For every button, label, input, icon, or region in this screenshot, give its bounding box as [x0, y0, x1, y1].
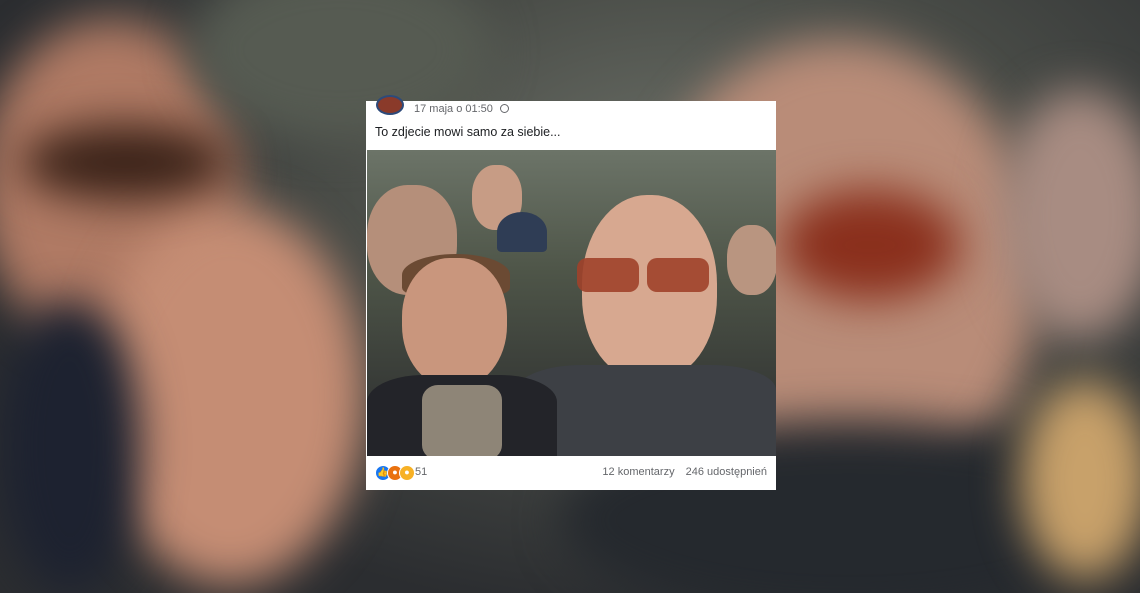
post-footer: 👍 ● ● 51 12 komentarzy 246 udostępnień: [366, 458, 776, 490]
reaction-count[interactable]: 51: [415, 466, 427, 478]
avatar[interactable]: [376, 95, 404, 115]
post-header: 17 maja o 01:50: [366, 95, 776, 121]
post-timestamp[interactable]: 17 maja o 01:50: [414, 103, 493, 115]
globe-icon: [499, 104, 509, 113]
shares-count[interactable]: 246 udostępnień: [686, 466, 767, 478]
post-meta: 17 maja o 01:50: [414, 103, 509, 115]
post-stats: 12 komentarzy 246 udostępnień: [602, 466, 767, 478]
facebook-post-card: 17 maja o 01:50 To zdjecie mowi samo za …: [366, 95, 776, 490]
post-photo[interactable]: [367, 150, 776, 456]
post-caption: To zdjecie mowi samo za siebie...: [375, 125, 561, 139]
haha-icon: ●: [399, 465, 415, 481]
comments-count[interactable]: 12 komentarzy: [602, 466, 674, 478]
